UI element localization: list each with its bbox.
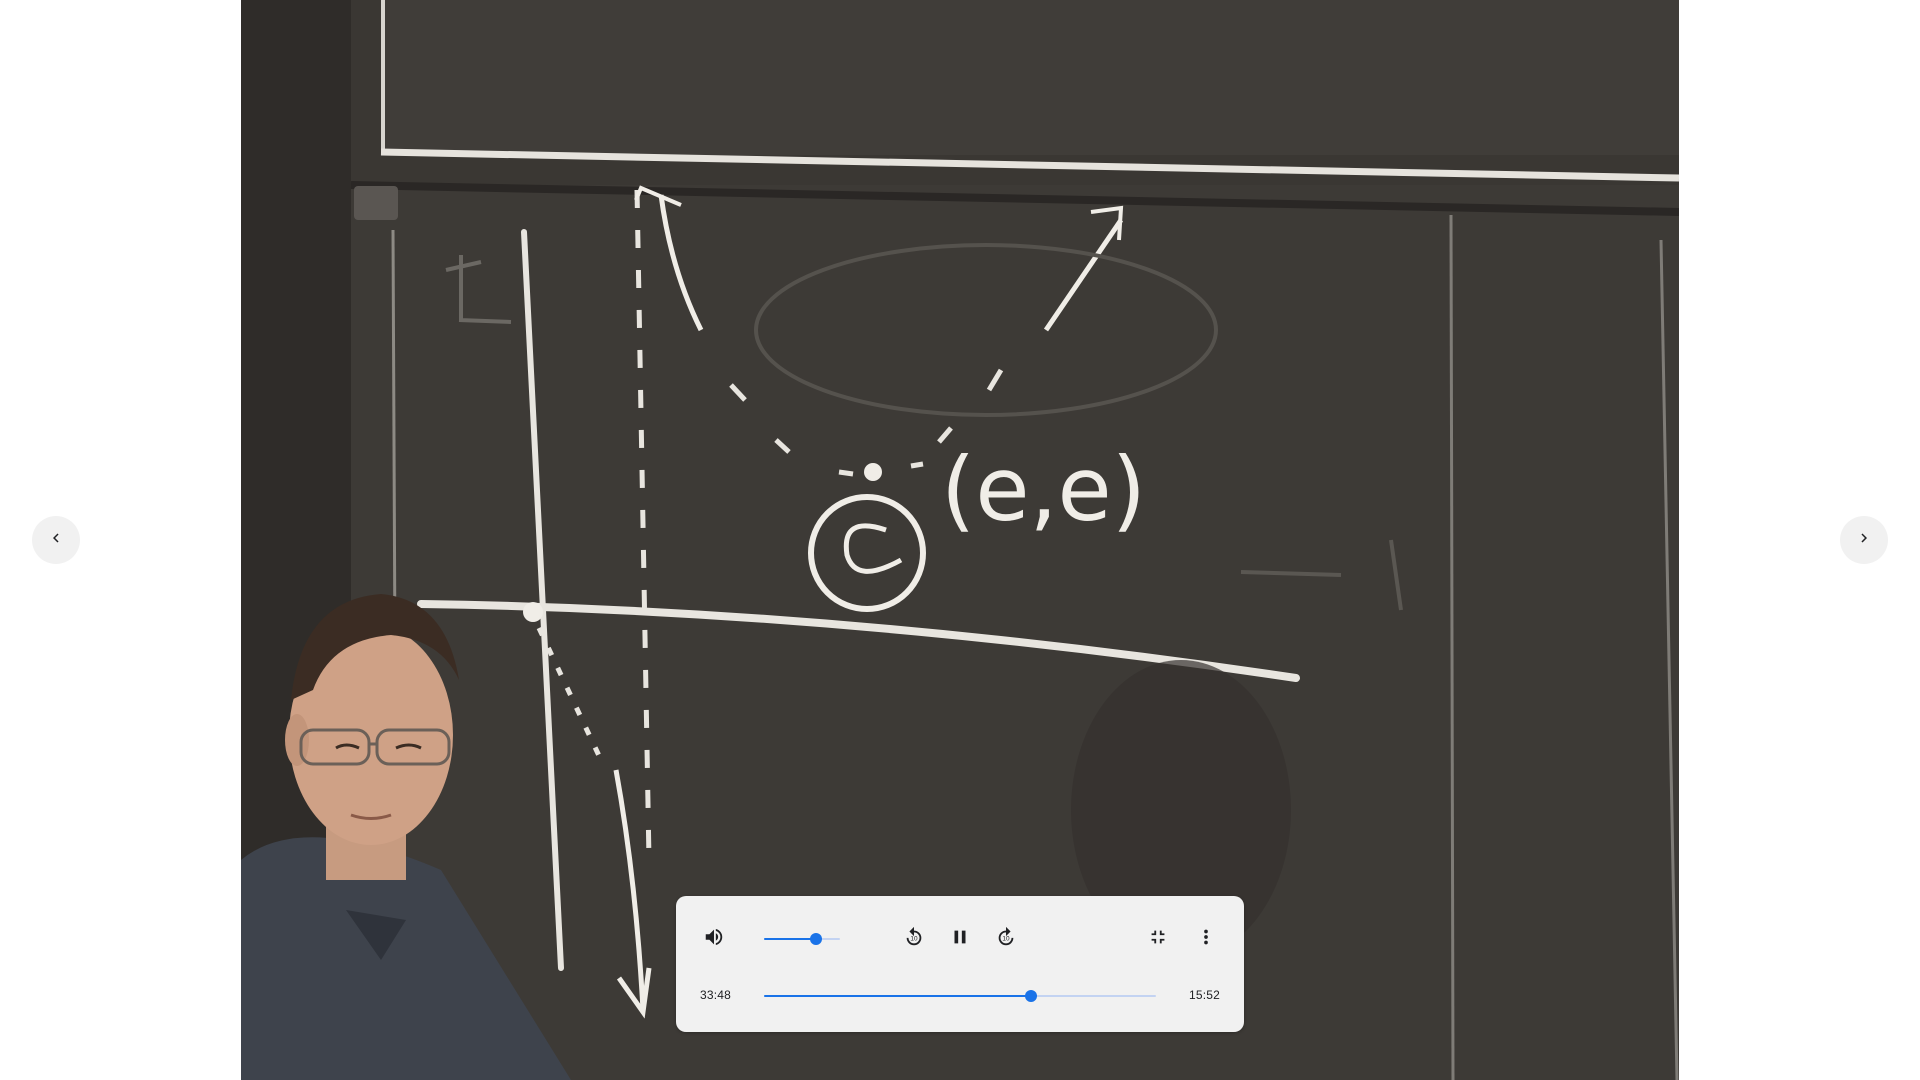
remaining-time: 15:52 xyxy=(1188,988,1220,1002)
chevron-right-icon xyxy=(1855,529,1873,552)
more-vert-icon xyxy=(1195,926,1217,953)
volume-slider[interactable] xyxy=(764,933,840,945)
seek-fill xyxy=(764,995,1031,997)
pause-button[interactable] xyxy=(944,923,976,955)
svg-text:10: 10 xyxy=(1002,935,1010,942)
media-viewer: (e,e) 10 10 33:48 15:52 xyxy=(0,0,1920,1080)
seek-bar[interactable] xyxy=(764,990,1156,1002)
forward-10-icon: 10 xyxy=(995,926,1017,953)
more-options-button[interactable] xyxy=(1190,923,1222,955)
volume-button[interactable] xyxy=(698,923,730,955)
previous-button[interactable] xyxy=(32,516,80,564)
pause-icon xyxy=(949,926,971,953)
svg-text:10: 10 xyxy=(910,935,918,942)
board-equation: (e,e) xyxy=(941,438,1146,541)
forward-10-button[interactable]: 10 xyxy=(990,923,1022,955)
next-button[interactable] xyxy=(1840,516,1888,564)
volume-fill xyxy=(764,938,816,940)
exit-fullscreen-button[interactable] xyxy=(1142,923,1174,955)
chevron-left-icon xyxy=(47,529,65,552)
current-time: 33:48 xyxy=(700,988,732,1002)
replay-10-icon: 10 xyxy=(903,926,925,953)
player-controls: 10 10 33:48 15:52 xyxy=(676,896,1244,1032)
rewind-10-button[interactable]: 10 xyxy=(898,923,930,955)
fullscreen-exit-icon xyxy=(1147,926,1169,953)
volume-up-icon xyxy=(703,926,725,953)
volume-thumb[interactable] xyxy=(809,933,822,945)
seek-thumb[interactable] xyxy=(1024,990,1037,1002)
